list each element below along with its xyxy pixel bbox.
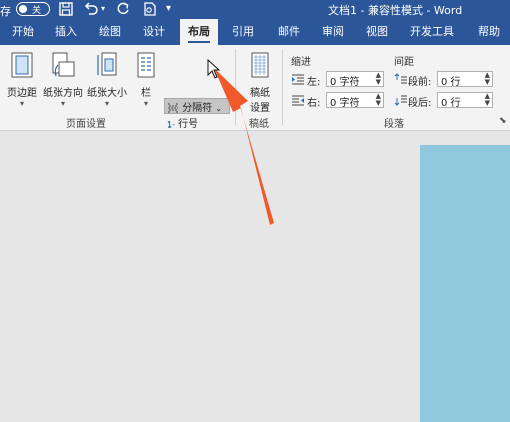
spacing-before-label: 段前: bbox=[408, 77, 432, 88]
undo-dropdown-icon[interactable]: ▾ bbox=[101, 4, 105, 13]
save-icon[interactable] bbox=[58, 1, 74, 17]
chevron-down-icon: ▾ bbox=[19, 99, 24, 108]
indent-right-value: 0 字符 bbox=[330, 98, 360, 109]
orientation-button[interactable]: 纸张方向 ▾ bbox=[42, 51, 84, 108]
qat-customize-icon[interactable]: ▾ bbox=[166, 3, 171, 14]
spacing-after-spinner[interactable]: 0 行 ▲ ▼ bbox=[437, 92, 493, 109]
tab-developer[interactable]: 开发工具 bbox=[410, 19, 454, 45]
page-setup-group-label: 页面设置 bbox=[66, 119, 106, 130]
tab-layout[interactable]: 布局 bbox=[180, 19, 218, 45]
manuscript-label-2: 设置 bbox=[250, 103, 270, 114]
group-divider bbox=[282, 49, 283, 125]
breaks-icon bbox=[168, 103, 178, 113]
indent-right-spinner[interactable]: 0 字符 ▲ ▼ bbox=[326, 92, 384, 109]
chevron-down-icon: ▾ bbox=[143, 99, 148, 108]
spacing-after-label: 段后: bbox=[408, 98, 432, 109]
orientation-label: 纸张方向 bbox=[43, 88, 83, 99]
columns-button[interactable]: 栏 ▾ bbox=[132, 51, 160, 108]
undo-icon[interactable] bbox=[83, 1, 99, 17]
tab-view[interactable]: 视图 bbox=[366, 19, 388, 45]
paragraph-group-label: 段落 bbox=[384, 119, 404, 130]
manuscript-icon bbox=[251, 52, 269, 78]
ribbon: 页边距 ▾ 纸张方向 ▾ 纸张大小 ▾ 栏 ▾ 分隔符 ⌄ 1 1- 行号 页面… bbox=[0, 45, 510, 150]
spacing-before-icon bbox=[394, 73, 407, 84]
toggle-text: 关 bbox=[32, 6, 42, 16]
line-numbers-row[interactable]: 1- 行号 bbox=[167, 115, 198, 130]
indent-title: 缩进 bbox=[291, 57, 311, 68]
tab-references[interactable]: 引用 bbox=[232, 19, 254, 45]
chevron-down-icon: ▾ bbox=[60, 99, 65, 108]
ribbon-tabs: 开始 插入 绘图 设计 布局 引用 邮件 审阅 视图 开发工具 帮助 bbox=[0, 19, 510, 45]
autosave-label: 存 bbox=[0, 5, 11, 18]
indent-left-label: 左: bbox=[307, 77, 321, 88]
spacing-before-spinner[interactable]: 0 行 ▲ ▼ bbox=[437, 71, 493, 88]
breaks-button[interactable]: 分隔符 ⌄ bbox=[167, 99, 222, 114]
group-divider bbox=[235, 49, 236, 125]
tab-home[interactable]: 开始 bbox=[12, 19, 34, 45]
tab-insert[interactable]: 插入 bbox=[55, 19, 77, 45]
document-title: 文档1 - 兼容性模式 - Word bbox=[328, 4, 463, 17]
margins-label: 页边距 bbox=[7, 88, 37, 99]
paragraph-dialog-launcher-icon[interactable]: ⬊ bbox=[499, 116, 507, 126]
columns-icon bbox=[137, 52, 155, 78]
document-page[interactable] bbox=[420, 145, 510, 422]
tab-help[interactable]: 帮助 bbox=[478, 19, 500, 45]
orientation-icon bbox=[52, 52, 75, 77]
manuscript-settings-button[interactable]: 稿纸 设置 bbox=[244, 51, 276, 114]
margins-button[interactable]: 页边距 ▾ bbox=[4, 51, 40, 108]
manuscript-label-1: 稿纸 bbox=[250, 88, 270, 99]
spinner-arrows-icon[interactable]: ▲ ▼ bbox=[376, 72, 381, 86]
indent-left-icon bbox=[292, 74, 304, 85]
spacing-before-value: 0 行 bbox=[441, 77, 461, 88]
autosave-toggle[interactable]: 关 bbox=[16, 2, 50, 16]
tab-mailings[interactable]: 邮件 bbox=[278, 19, 300, 45]
chevron-down-icon: ▾ bbox=[104, 99, 109, 108]
manuscript-group-label: 稿纸 bbox=[249, 119, 269, 130]
breaks-label: 分隔符 bbox=[182, 103, 213, 114]
chevron-down-icon: ⌄ bbox=[215, 104, 223, 113]
line-numbers-icon: 1- bbox=[167, 120, 175, 129]
indent-right-label: 右: bbox=[307, 98, 321, 109]
redo-icon[interactable] bbox=[115, 1, 131, 17]
document-canvas bbox=[0, 131, 510, 422]
page-size-icon bbox=[97, 52, 117, 76]
spacing-after-icon bbox=[394, 95, 407, 106]
size-button[interactable]: 纸张大小 ▾ bbox=[86, 51, 128, 108]
margins-icon bbox=[11, 52, 33, 78]
toggle-knob bbox=[19, 5, 27, 13]
tab-draw[interactable]: 绘图 bbox=[99, 19, 121, 45]
tab-review[interactable]: 审阅 bbox=[322, 19, 344, 45]
size-label: 纸张大小 bbox=[87, 88, 127, 99]
tab-design[interactable]: 设计 bbox=[143, 19, 165, 45]
indent-left-value: 0 字符 bbox=[330, 77, 360, 88]
indent-right-icon bbox=[292, 95, 304, 106]
tab-layout-label: 布局 bbox=[188, 25, 210, 38]
spinner-arrows-icon[interactable]: ▲ ▼ bbox=[376, 93, 381, 107]
spacing-after-value: 0 行 bbox=[441, 98, 461, 109]
title-bar: 存 关 ▾ ▾ 文档1 - 兼容性模式 - Word bbox=[0, 0, 510, 19]
document-icon[interactable] bbox=[142, 1, 158, 17]
line-numbers-label: 行号 bbox=[178, 119, 199, 130]
spinner-arrows-icon[interactable]: ▲ ▼ bbox=[485, 93, 490, 107]
columns-label: 栏 bbox=[141, 88, 151, 99]
indent-left-spinner[interactable]: 0 字符 ▲ ▼ bbox=[326, 71, 384, 88]
active-tab-underline bbox=[188, 41, 210, 43]
spinner-arrows-icon[interactable]: ▲ ▼ bbox=[485, 72, 490, 86]
spacing-title: 间距 bbox=[394, 57, 414, 68]
